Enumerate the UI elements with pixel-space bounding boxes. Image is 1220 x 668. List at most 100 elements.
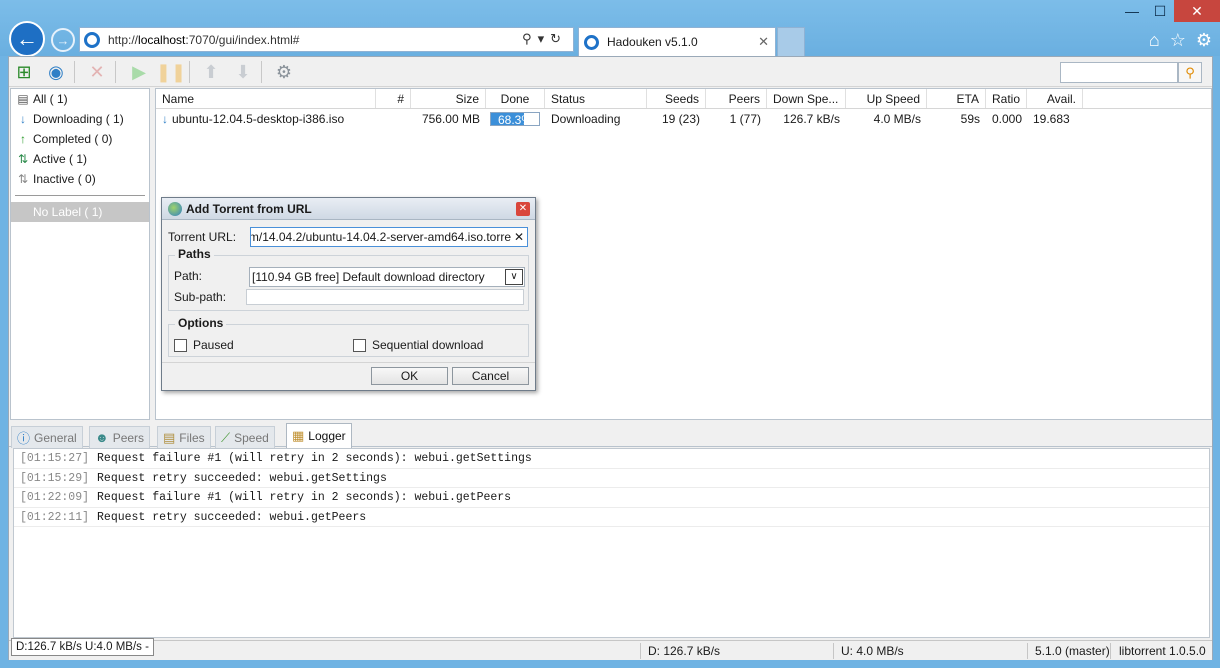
status-version: 5.1.0 (master) — [1035, 644, 1110, 658]
files-icon: ▤ — [163, 429, 176, 445]
labels-divider — [15, 195, 145, 196]
address-url[interactable]: http://localhost:7070/gui/index.html# — [108, 33, 299, 47]
back-button[interactable]: ← — [9, 21, 45, 57]
column-header-peers[interactable]: Peers — [706, 89, 767, 108]
forward-arrow-icon: → — [56, 32, 70, 48]
inactive-icon: ⇅ — [17, 172, 29, 186]
label-downloading[interactable]: ↓ Downloading ( 1) — [11, 109, 149, 129]
tab-files[interactable]: ▤ Files — [157, 426, 211, 448]
torrent-peers: 1 (77) — [729, 112, 761, 126]
progress-bar: 68.3% — [490, 112, 540, 126]
close-window-button[interactable]: ✕ — [1174, 0, 1220, 22]
new-tab-button[interactable] — [777, 27, 805, 56]
status-down-speed: D: 126.7 kB/s — [648, 644, 721, 658]
tab-title: Hadouken v5.1.0 — [607, 35, 698, 49]
ok-button[interactable]: OK — [371, 367, 448, 385]
column-header-done[interactable]: Done — [486, 89, 545, 108]
ie-logo-icon — [84, 31, 100, 48]
clear-input-icon[interactable]: ✕ — [514, 228, 524, 246]
torrent-avail: 19.683 — [1033, 112, 1070, 126]
logger-icon: ▦ — [292, 428, 305, 443]
minimize-button[interactable]: — — [1118, 0, 1146, 22]
favorites-icon[interactable]: ☆ — [1170, 30, 1186, 51]
speed-tooltip: D:126.7 kB/s U:4.0 MB/s - — [11, 638, 154, 656]
label-completed[interactable]: ↑ Completed ( 0) — [11, 129, 149, 149]
dialog-titlebar[interactable]: Add Torrent from URL ✕ — [162, 198, 535, 220]
search-input[interactable] — [1060, 62, 1178, 83]
label-all[interactable]: ▤ All ( 1) — [11, 89, 149, 109]
log-line: [01:15:29] Request retry succeeded: webui… — [14, 469, 1209, 488]
label-inactive[interactable]: ⇅ Inactive ( 0) — [11, 169, 149, 189]
hadouken-app: ⊞ ◉ ✕ ▶ ❚❚ ⬆ ⬇ ⚙ ⚲ ▤ All ( 1) ↓ Downloadin… — [8, 56, 1213, 660]
tab-general[interactable]: ⓘ General — [11, 426, 83, 448]
start-icon[interactable]: ▶ — [127, 60, 151, 84]
completed-icon: ↑ — [20, 132, 26, 146]
dialog-title: Add Torrent from URL — [186, 201, 312, 216]
address-actions[interactable]: ⚲▾↻ — [522, 31, 567, 47]
peers-icon: ☻ — [95, 430, 109, 445]
tab-logger[interactable]: ▦ Logger — [286, 423, 352, 448]
dialog-close-icon[interactable]: ✕ — [516, 202, 530, 216]
tab-peers[interactable]: ☻ Peers — [89, 426, 151, 448]
add-torrent-file-icon[interactable]: ⊞ — [12, 60, 36, 84]
move-down-icon[interactable]: ⬇ — [231, 60, 255, 84]
torrent-row[interactable]: ↓ ubuntu-12.04.5-desktop-i386.iso 756.00 … — [156, 109, 1211, 129]
remove-icon[interactable]: ✕ — [85, 60, 109, 84]
torrent-eta: 59s — [960, 112, 980, 126]
path-select[interactable]: [110.94 GB free] Default download direct… — [249, 267, 525, 287]
maximize-button[interactable]: ☐ — [1146, 0, 1174, 22]
column-header-seeds[interactable]: Seeds — [647, 89, 706, 108]
torrent-status: Downloading — [551, 112, 621, 126]
all-icon: ▤ — [17, 92, 29, 106]
info-icon: ⓘ — [17, 431, 31, 446]
add-torrent-url-icon[interactable]: ◉ — [44, 60, 68, 84]
search-icon: ⚲ — [1185, 65, 1195, 80]
refresh-icon: ↻ — [550, 31, 567, 46]
search-button[interactable]: ⚲ — [1178, 62, 1202, 83]
torrent-up-speed: 4.0 MB/s — [873, 112, 921, 126]
chevron-down-icon[interactable]: ∨ — [505, 269, 523, 285]
paused-checkbox[interactable] — [174, 338, 187, 352]
forward-button[interactable]: → — [51, 28, 75, 52]
label-no-label[interactable]: No Label ( 1) — [11, 202, 149, 222]
column-header-ratio[interactable]: Ratio — [986, 89, 1027, 108]
labels-pane: ▤ All ( 1) ↓ Downloading ( 1) ↑ Completed (… — [10, 88, 150, 420]
settings-icon[interactable]: ⚙ — [272, 60, 296, 84]
column-header-name[interactable]: Name — [156, 89, 376, 108]
column-header-number[interactable]: # — [376, 89, 411, 108]
search-icon: ⚲ — [522, 31, 538, 46]
url-label: Torrent URL: — [168, 230, 237, 244]
active-icon: ⇅ — [17, 152, 29, 166]
torrent-done: 68.3% — [486, 109, 545, 129]
torrent-down-speed: 126.7 kB/s — [783, 112, 840, 126]
status-libtorrent: libtorrent 1.0.5.0 — [1119, 644, 1206, 658]
status-separator — [1110, 643, 1111, 659]
column-header-eta[interactable]: ETA — [927, 89, 986, 108]
toolbar-separator — [115, 61, 116, 83]
torrent-url-input[interactable]: m/14.04.2/ubuntu-14.04.2-server-amd64.is… — [250, 227, 529, 247]
column-header-size[interactable]: Size — [411, 89, 486, 108]
browser-tab-hadouken[interactable]: Hadouken v5.1.0 ✕ — [578, 27, 776, 56]
sequential-option[interactable]: Sequential download — [353, 338, 483, 352]
torrent-ratio: 0.000 — [992, 112, 1023, 126]
toolbar-separator — [74, 61, 75, 83]
column-header-down-speed[interactable]: Down Spe... — [767, 89, 846, 108]
address-bar[interactable]: http://localhost:7070/gui/index.html# ⚲▾… — [79, 27, 574, 52]
paused-option[interactable]: Paused — [174, 338, 234, 352]
pause-icon[interactable]: ❚❚ — [156, 60, 186, 84]
settings-gear-icon[interactable]: ⚙ — [1196, 30, 1212, 51]
torrent-seeds: 19 (23) — [661, 112, 700, 126]
label-active[interactable]: ⇅ Active ( 1) — [11, 149, 149, 169]
sequential-checkbox[interactable] — [353, 338, 366, 352]
home-icon[interactable]: ⌂ — [1149, 30, 1160, 51]
column-header-up-speed[interactable]: Up Speed — [846, 89, 927, 108]
subpath-input[interactable] — [246, 289, 524, 305]
column-header-avail[interactable]: Avail. — [1027, 89, 1083, 108]
detail-tabs: ⓘ General ☻ Peers ▤ Files ⟋ Speed ▦ Logger — [9, 423, 1212, 448]
logger-panel: [01:15:27] Request failure #1 (will retry… — [13, 448, 1210, 638]
cancel-button[interactable]: Cancel — [452, 367, 529, 385]
move-up-icon[interactable]: ⬆ — [199, 60, 223, 84]
tab-close-icon[interactable]: ✕ — [758, 34, 769, 50]
tab-speed[interactable]: ⟋ Speed — [215, 426, 275, 448]
column-header-status[interactable]: Status — [545, 89, 647, 108]
